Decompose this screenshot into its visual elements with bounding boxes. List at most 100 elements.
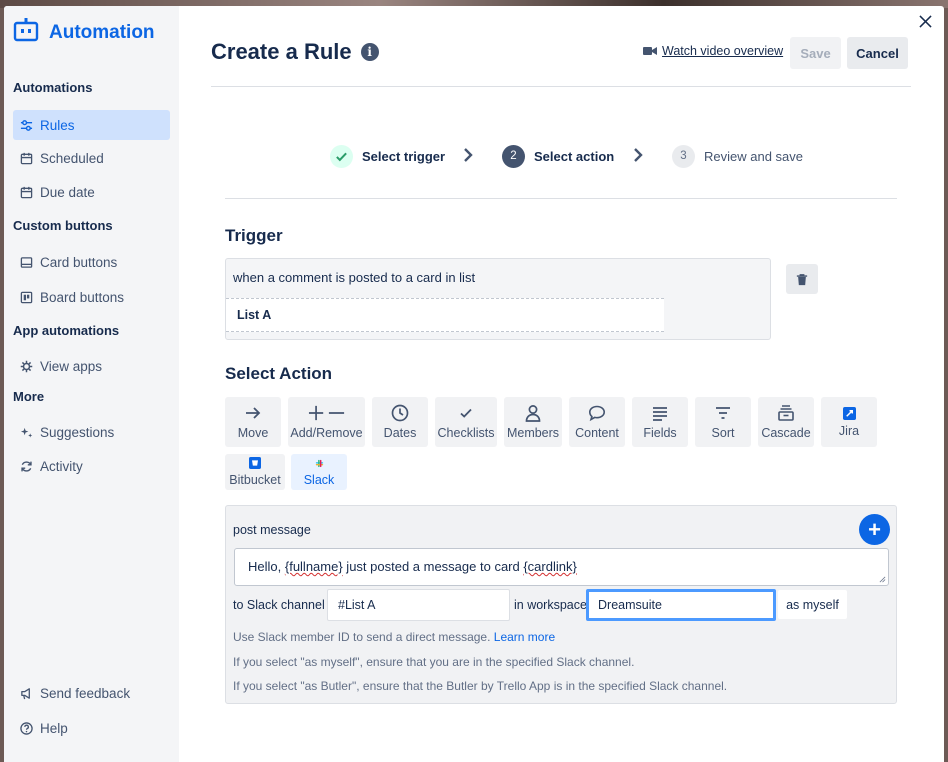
trigger-heading: Trigger [225, 226, 283, 246]
sidebar-item-label: Due date [40, 185, 95, 200]
sparkle-icon [19, 425, 33, 439]
sidebar-item-label: View apps [40, 359, 102, 374]
trash-icon [796, 273, 808, 286]
create-rule-dialog: Automation Automations Rules Scheduled D… [4, 6, 944, 762]
sidebar-item-label: Scheduled [40, 151, 104, 166]
clock-icon [391, 404, 409, 422]
close-button[interactable] [914, 10, 936, 32]
action-label: Fields [643, 426, 676, 440]
sidebar-item-help[interactable]: Help [13, 713, 170, 743]
sidebar-item-view-apps[interactable]: View apps [13, 351, 170, 381]
step-select-trigger[interactable]: Select trigger [330, 144, 445, 168]
info-icon[interactable]: i [361, 43, 379, 61]
workspace-input[interactable]: Dreamsuite [586, 589, 776, 621]
action-label: Cascade [761, 426, 810, 440]
sidebar-item-suggestions[interactable]: Suggestions [13, 417, 170, 447]
action-cascade-button[interactable]: Cascade [758, 397, 814, 447]
sidebar-item-scheduled[interactable]: Scheduled [13, 143, 170, 173]
step-label: Select action [534, 149, 614, 164]
brand: Automation [13, 18, 155, 48]
page-title: Create a Rule i [211, 39, 379, 65]
video-camera-icon [643, 46, 657, 56]
board-icon [19, 290, 33, 304]
post-message-label: post message [233, 523, 311, 537]
sidebar-item-card-buttons[interactable]: Card buttons [13, 247, 170, 277]
in-workspace-label: in workspace [514, 598, 587, 612]
person-icon [524, 404, 542, 422]
step-number: 3 [672, 145, 695, 168]
as-myself-select[interactable]: as myself [778, 590, 847, 619]
message-variable: {fullname} [285, 559, 343, 574]
sidebar-item-label: Help [40, 721, 68, 736]
plus-minus-icon [308, 404, 346, 422]
trigger-card[interactable]: when a comment is posted to a card in li… [225, 258, 771, 340]
section-custom-buttons: Custom buttons [13, 218, 113, 233]
action-move-button[interactable]: Move [225, 397, 281, 447]
filter-icon [714, 404, 732, 422]
message-textarea[interactable]: Hello, {fullname} just posted a message … [234, 548, 889, 586]
slack-logo-icon [314, 458, 325, 469]
sidebar-item-board-buttons[interactable]: Board buttons [13, 282, 170, 312]
action-label: Content [575, 426, 619, 440]
sidebar-item-label: Suggestions [40, 425, 114, 440]
brand-title: Automation [49, 22, 155, 44]
action-label: Dates [384, 426, 417, 440]
refresh-icon [19, 459, 33, 473]
checkmark-icon [457, 404, 475, 422]
megaphone-icon [19, 686, 33, 700]
archive-box-icon [777, 404, 795, 422]
action-label: Add/Remove [290, 426, 362, 440]
section-app-automations: App automations [13, 323, 119, 338]
note-as-myself: If you select "as myself", ensure that y… [233, 655, 634, 669]
page-title-text: Create a Rule [211, 39, 352, 65]
trigger-text: when a comment is posted to a card in li… [233, 270, 475, 285]
main-panel: Create a Rule i Watch video overview Sav… [179, 6, 944, 762]
sidebar-item-label: Activity [40, 459, 83, 474]
action-checklists-button[interactable]: Checklists [435, 397, 497, 447]
action-label: Jira [839, 424, 859, 438]
resize-handle-icon[interactable] [879, 576, 886, 583]
action-add-remove-button[interactable]: Add/Remove [288, 397, 365, 447]
step-select-action[interactable]: 2 Select action [502, 144, 614, 168]
section-more: More [13, 389, 44, 404]
sidebar-item-send-feedback[interactable]: Send feedback [13, 678, 170, 708]
action-label: Slack [304, 473, 335, 487]
action-bitbucket-button[interactable]: Bitbucket [225, 454, 285, 490]
sidebar: Automation Automations Rules Scheduled D… [4, 6, 179, 762]
action-jira-button[interactable]: Jira [821, 397, 877, 447]
action-label: Move [238, 426, 269, 440]
bitbucket-logo-icon [249, 457, 261, 469]
to-slack-channel-label: to Slack channel [233, 598, 325, 612]
slack-channel-input[interactable]: #List A [327, 589, 510, 621]
action-sort-button[interactable]: Sort [695, 397, 751, 447]
save-button[interactable]: Save [790, 37, 841, 69]
check-icon [330, 145, 353, 168]
action-label: Checklists [438, 426, 495, 440]
action-members-button[interactable]: Members [504, 397, 562, 447]
action-label: Members [507, 426, 559, 440]
note-as-butler: If you select "as Butler", ensure that t… [233, 679, 727, 693]
watch-video-label: Watch video overview [662, 44, 783, 58]
jira-logo-icon [843, 407, 856, 420]
add-action-button[interactable]: + [859, 514, 890, 545]
delete-trigger-button[interactable] [786, 264, 818, 294]
action-slack-button[interactable]: Slack [291, 454, 347, 490]
learn-more-link[interactable]: Learn more [494, 630, 555, 644]
action-content-button[interactable]: Content [569, 397, 625, 447]
sidebar-item-due-date[interactable]: Due date [13, 177, 170, 207]
sidebar-item-activity[interactable]: Activity [13, 451, 170, 481]
step-review-save[interactable]: 3 Review and save [672, 144, 803, 168]
watch-video-link[interactable]: Watch video overview [643, 44, 783, 58]
header-divider [211, 86, 911, 87]
select-action-heading: Select Action [225, 364, 332, 384]
gear-icon [19, 359, 33, 373]
trigger-list-field[interactable]: List A [226, 298, 664, 332]
cancel-button[interactable]: Cancel [847, 37, 908, 69]
sidebar-item-label: Card buttons [40, 255, 117, 270]
sidebar-item-rules[interactable]: Rules [13, 110, 170, 140]
slack-post-message-panel: post message + Hello, {fullname} just po… [225, 505, 897, 704]
message-text: just posted a message to card [343, 559, 524, 574]
action-dates-button[interactable]: Dates [372, 397, 428, 447]
action-fields-button[interactable]: Fields [632, 397, 688, 447]
robot-icon [13, 18, 39, 48]
